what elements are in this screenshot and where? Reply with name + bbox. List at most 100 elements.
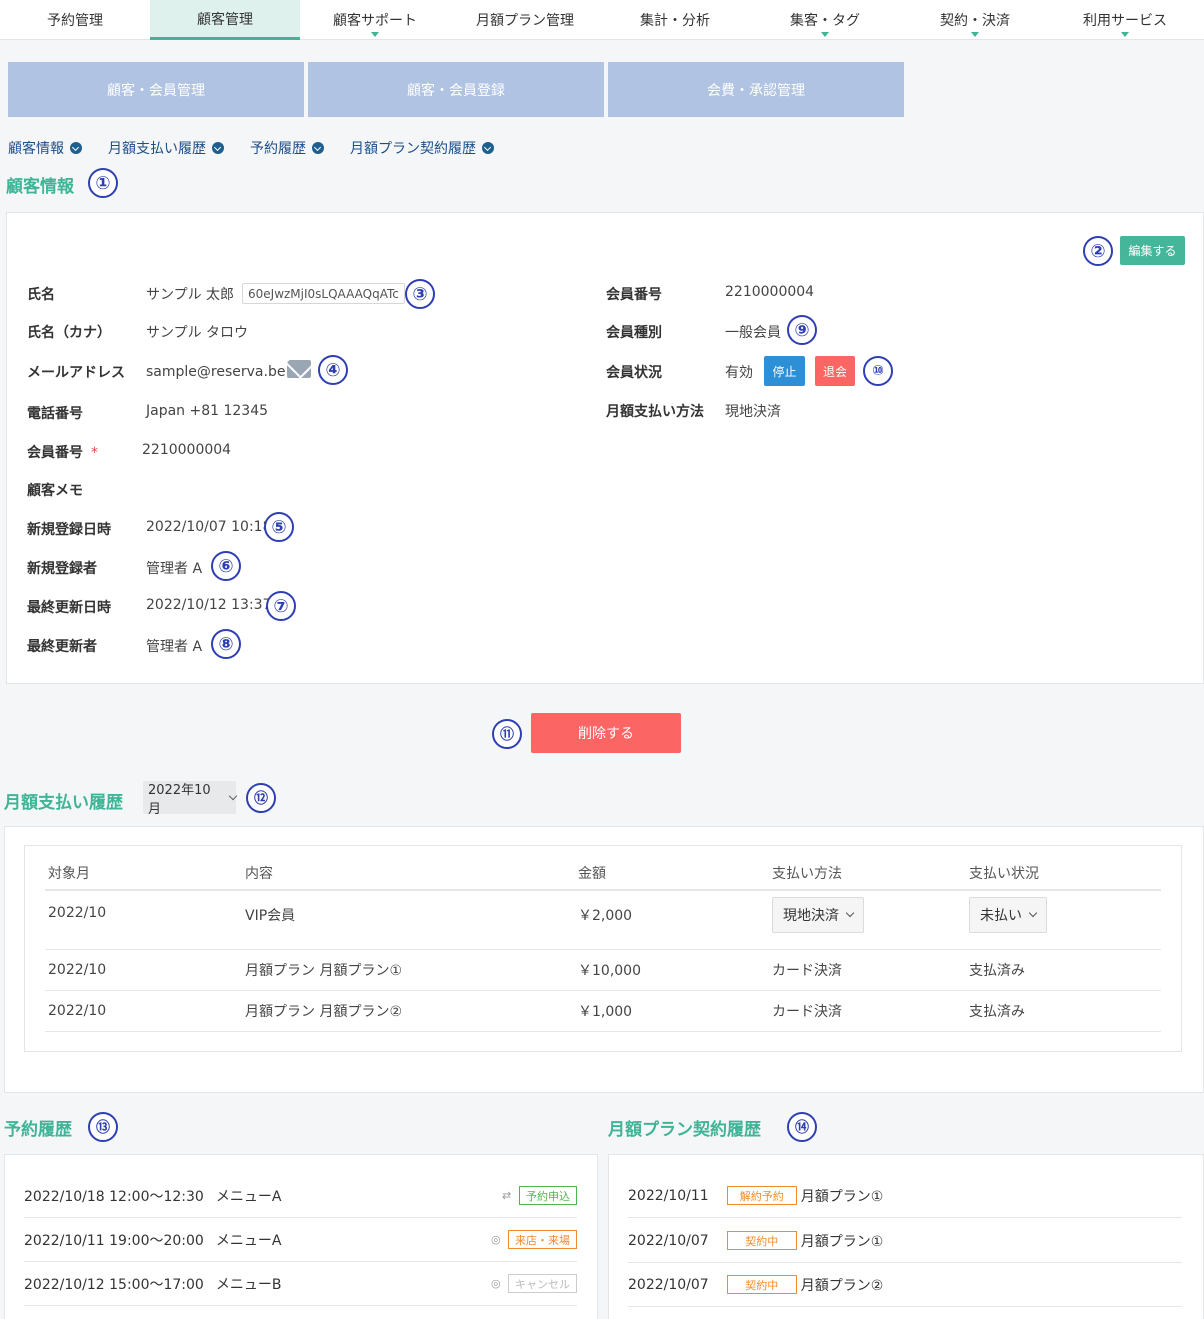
chevron-down-circle-icon bbox=[212, 142, 224, 154]
status-badge: キャンセル bbox=[508, 1274, 577, 1293]
member-no-right-value: 2210000004 bbox=[725, 284, 815, 300]
plan-history-title: 月額プラン契約履歴 bbox=[608, 1120, 761, 1140]
customer-info-title: 顧客情報 bbox=[6, 177, 74, 197]
table-row: 2022/10 月額プラン 月額プラン① ￥10,000 カード決済 支払済み bbox=[45, 949, 1161, 991]
nav-customer[interactable]: 顧客管理 bbox=[150, 0, 300, 40]
nav-contract[interactable]: 契約・決済 bbox=[900, 0, 1050, 40]
member-no-label-text: 会員番号 bbox=[27, 445, 83, 461]
chevron-down-icon bbox=[845, 908, 855, 918]
cell-method: カード決済 bbox=[769, 990, 966, 1032]
member-status-label: 会員状況 bbox=[606, 365, 662, 381]
col-status: 支払い状況 bbox=[966, 856, 1161, 891]
col-method: 支払い方法 bbox=[769, 856, 966, 891]
cell-month: 2022/10 bbox=[45, 990, 242, 1032]
plan-date: 2022/10/07 bbox=[628, 1232, 709, 1249]
updated-by-value: 管理者 A bbox=[146, 639, 203, 655]
marker-8: ⑧ bbox=[211, 629, 241, 659]
method-select[interactable]: 現地決済 bbox=[772, 897, 864, 933]
nav-services[interactable]: 利用サービス bbox=[1050, 0, 1200, 40]
withdraw-button[interactable]: 退会 bbox=[815, 356, 855, 386]
chevron-down-circle-icon bbox=[482, 142, 494, 154]
subnav-customer-registration[interactable]: 顧客・会員登録 bbox=[308, 62, 604, 117]
status-badge: 来店・来場 bbox=[508, 1230, 577, 1249]
nav-marketing[interactable]: 集客・タグ bbox=[750, 0, 900, 40]
reservation-datetime: 2022/10/12 15:00～17:00 bbox=[24, 1276, 204, 1293]
cell-content: VIP会員 bbox=[242, 890, 575, 950]
created-at-label: 新規登録日時 bbox=[27, 522, 111, 538]
reservation-item[interactable]: 2022/10/12 15:00～17:00 メニューB ◎ キャンセル bbox=[24, 1262, 577, 1306]
plan-item[interactable]: 2022/10/07 契約中 月額プラン② bbox=[628, 1263, 1182, 1307]
member-no-label: 会員番号 * bbox=[27, 442, 98, 462]
edit-button[interactable]: 編集する bbox=[1120, 236, 1185, 265]
plan-date: 2022/10/11 bbox=[628, 1187, 709, 1204]
plan-item[interactable]: 2022/10/07 契約中 月額プラン① bbox=[628, 1219, 1182, 1263]
customer-id-tag: 60eJwzMjI0sLQAAAQqATc bbox=[242, 283, 405, 304]
payment-history-title: 月額支払い履歴 bbox=[4, 793, 123, 813]
cell-method: カード決済 bbox=[769, 949, 966, 991]
required-mark: * bbox=[91, 445, 98, 461]
phone-value: Japan +81 12345 bbox=[146, 403, 269, 419]
nav-reservation[interactable]: 予約管理 bbox=[0, 0, 150, 40]
status-badge: 予約申込 bbox=[519, 1186, 577, 1205]
marker-11: ⑪ bbox=[492, 719, 522, 749]
kana-label: 氏名（カナ） bbox=[27, 325, 111, 341]
anchor-customer-info[interactable]: 顧客情報 bbox=[8, 138, 82, 158]
delete-button[interactable]: 削除する bbox=[531, 713, 681, 753]
reservation-history-title: 予約履歴 bbox=[4, 1120, 72, 1140]
cell-content: 月額プラン 月額プラン① bbox=[242, 949, 575, 991]
marker-4: ④ bbox=[318, 355, 348, 385]
payment-method-label: 月額支払い方法 bbox=[606, 404, 704, 420]
suspend-button[interactable]: 停止 bbox=[764, 356, 805, 386]
subnav-customer-management[interactable]: 顧客・会員管理 bbox=[8, 62, 304, 117]
nav-label: 顧客サポート bbox=[333, 13, 417, 29]
anchor-reservation-history[interactable]: 予約履歴 bbox=[250, 138, 324, 158]
created-at-value: 2022/10/07 10:18 bbox=[146, 519, 272, 535]
col-content: 内容 bbox=[242, 856, 575, 891]
nav-label: 予約管理 bbox=[47, 13, 103, 29]
nav-label: 集計・分析 bbox=[640, 13, 710, 29]
anchor-payment-history[interactable]: 月額支払い履歴 bbox=[108, 138, 224, 158]
reservation-menu: メニューA bbox=[215, 1188, 282, 1205]
nav-support[interactable]: 顧客サポート bbox=[300, 0, 450, 40]
created-by-value: 管理者 A bbox=[146, 561, 203, 577]
plan-name: 月額プラン① bbox=[800, 1188, 884, 1205]
chevron-down-icon bbox=[228, 791, 238, 800]
marker-14: ⑭ bbox=[787, 1112, 817, 1142]
col-month: 対象月 bbox=[45, 856, 242, 891]
caret-down-icon bbox=[1121, 32, 1129, 37]
nav-plan[interactable]: 月額プラン管理 bbox=[450, 0, 600, 40]
reservation-item[interactable]: 2022/10/11 19:00～20:00 メニューA ◎ 来店・来場 bbox=[24, 1218, 577, 1262]
anchor-label: 月額支払い履歴 bbox=[108, 141, 206, 157]
status-select-value: 未払い bbox=[980, 908, 1022, 924]
top-nav: 予約管理 顧客管理 顧客サポート 月額プラン管理 集計・分析 集客・タグ 契約・… bbox=[0, 0, 1204, 40]
reservation-item[interactable]: 2022/10/18 12:00～12:30 メニューA ⇄ 予約申込 bbox=[24, 1174, 577, 1218]
cell-month: 2022/10 bbox=[45, 949, 242, 991]
cell-amount: ￥1,000 bbox=[575, 990, 769, 1032]
nav-analytics[interactable]: 集計・分析 bbox=[600, 0, 750, 40]
cell-status: 支払済み bbox=[966, 949, 1161, 991]
plan-item[interactable]: 2022/10/11 解約予約 月額プラン① bbox=[628, 1174, 1182, 1218]
coins-icon: ◎ bbox=[491, 1276, 501, 1290]
updated-at-label: 最終更新日時 bbox=[27, 600, 111, 616]
caret-down-icon bbox=[371, 32, 379, 37]
method-select-value: 現地決済 bbox=[783, 908, 839, 924]
name-value: サンプル 太郎 bbox=[146, 287, 235, 303]
status-select[interactable]: 未払い bbox=[969, 897, 1047, 933]
mail-icon[interactable] bbox=[287, 360, 311, 378]
nav-label: 利用サービス bbox=[1083, 13, 1167, 29]
anchor-plan-history[interactable]: 月額プラン契約履歴 bbox=[350, 138, 494, 158]
reservation-menu: メニューB bbox=[215, 1276, 282, 1293]
subnav-fee-approval[interactable]: 会費・承認管理 bbox=[608, 62, 904, 117]
coins-icon: ◎ bbox=[491, 1232, 501, 1246]
table-row: 2022/10 VIP会員 ￥2,000 現地決済 未払い bbox=[45, 890, 1161, 950]
member-type-value: 一般会員 bbox=[725, 325, 781, 341]
table-header-row: 対象月 内容 金額 支払い方法 支払い状況 bbox=[45, 856, 1161, 891]
marker-13: ⑬ bbox=[88, 1112, 118, 1142]
member-status-value: 有効 bbox=[725, 365, 753, 381]
chevron-down-circle-icon bbox=[70, 142, 82, 154]
caret-down-icon bbox=[971, 32, 979, 37]
status-badge: 解約予約 bbox=[726, 1186, 797, 1205]
month-select[interactable]: 2022年10月 bbox=[143, 781, 238, 817]
status-badge: 契約中 bbox=[726, 1231, 797, 1250]
chevron-down-circle-icon bbox=[312, 142, 324, 154]
